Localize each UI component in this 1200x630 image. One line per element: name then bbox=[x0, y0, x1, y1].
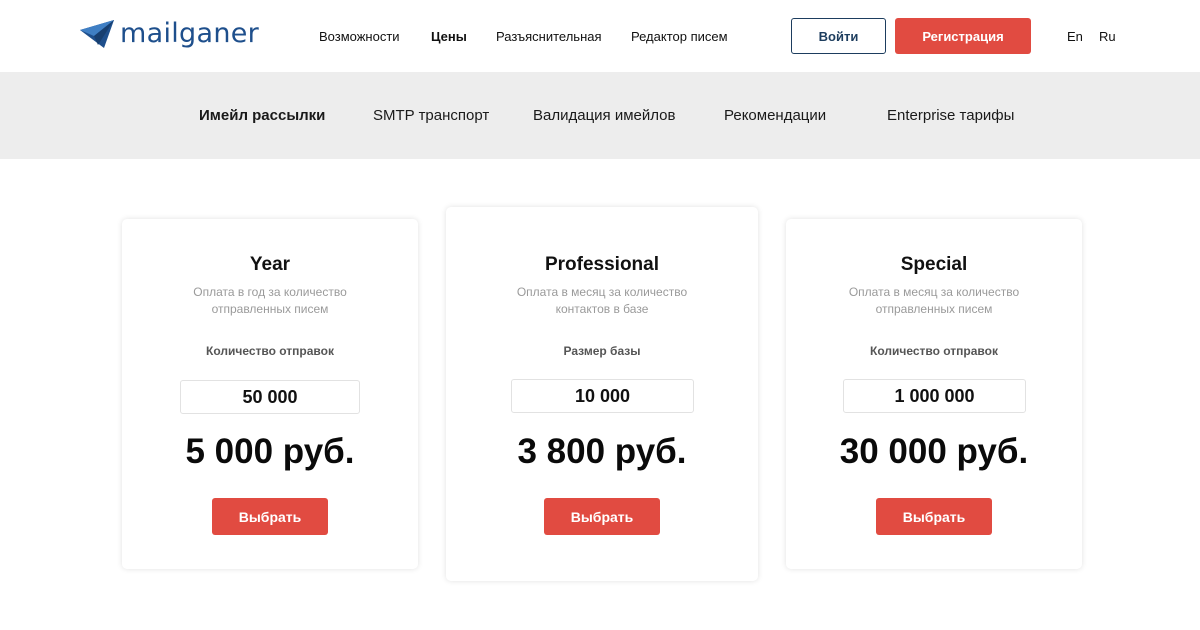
logo[interactable]: mailganer bbox=[80, 16, 259, 52]
plan-quantity-label: Количество отправок bbox=[870, 344, 998, 358]
plan-description: Оплата в месяц за количество контактов в… bbox=[446, 284, 758, 318]
register-button[interactable]: Регистрация bbox=[895, 18, 1031, 54]
subnav-recommendations[interactable]: Рекомендации bbox=[724, 72, 826, 159]
plan-price: 5 000 руб. bbox=[185, 432, 355, 471]
plan-quantity-field[interactable]: 1 000 000 bbox=[843, 379, 1026, 413]
plan-title: Professional bbox=[544, 254, 660, 275]
lang-en[interactable]: En bbox=[1067, 0, 1083, 72]
plan-price: 30 000 руб. bbox=[839, 432, 1029, 471]
plan-description-line: Оплата в год за количество bbox=[193, 285, 347, 299]
plan-description-line: Оплата в месяц за количество bbox=[848, 285, 1020, 299]
nav-email-editor[interactable]: Редактор писем bbox=[631, 29, 728, 44]
plan-description-line: контактов в базе bbox=[555, 302, 649, 316]
envelope-logo-icon bbox=[80, 20, 114, 48]
plan-card-year: Year Оплата в год за количество отправле… bbox=[122, 219, 418, 569]
plan-description: Оплата в месяц за количество отправленны… bbox=[786, 284, 1082, 318]
nav-explanatory[interactable]: Разъяснительная bbox=[496, 29, 602, 44]
login-button[interactable]: Войти bbox=[791, 18, 886, 54]
plan-description-line: Оплата в месяц за количество bbox=[516, 285, 688, 299]
subnav-smtp[interactable]: SMTP транспорт bbox=[373, 72, 489, 159]
plan-card-professional: Professional Оплата в месяц за количеств… bbox=[446, 207, 758, 581]
lang-ru[interactable]: Ru bbox=[1099, 0, 1116, 72]
plan-title: Special bbox=[900, 254, 968, 275]
plan-card-special: Special Оплата в месяц за количество отп… bbox=[786, 219, 1082, 569]
site-header: mailganer Возможности Цены Разъяснительн… bbox=[0, 0, 1200, 72]
logo-text: mailganer bbox=[120, 18, 260, 49]
nav-pricing[interactable]: Цены bbox=[431, 29, 467, 44]
select-plan-button[interactable]: Выбрать bbox=[876, 498, 992, 535]
plan-quantity-field[interactable]: 10 000 bbox=[511, 379, 694, 413]
plan-quantity-label: Количество отправок bbox=[206, 344, 334, 358]
plan-quantity-label: Размер базы bbox=[563, 344, 641, 358]
product-subnav: Имейл рассылки SMTP транспорт Валидация … bbox=[0, 72, 1200, 159]
subnav-enterprise[interactable]: Enterprise тарифы bbox=[887, 72, 1014, 159]
plan-price: 3 800 руб. bbox=[517, 432, 687, 471]
select-plan-button[interactable]: Выбрать bbox=[212, 498, 328, 535]
plan-description-line: отправленных писем bbox=[875, 302, 993, 316]
subnav-validation[interactable]: Валидация имейлов bbox=[533, 72, 675, 159]
nav-features[interactable]: Возможности bbox=[319, 29, 400, 44]
select-plan-button[interactable]: Выбрать bbox=[544, 498, 660, 535]
subnav-email-campaigns[interactable]: Имейл рассылки bbox=[199, 72, 325, 159]
plan-quantity-field[interactable]: 50 000 bbox=[180, 380, 360, 414]
plan-title: Year bbox=[249, 254, 291, 275]
plan-description-line: отправленных писем bbox=[211, 302, 329, 316]
plan-description: Оплата в год за количество отправленных … bbox=[122, 284, 418, 318]
